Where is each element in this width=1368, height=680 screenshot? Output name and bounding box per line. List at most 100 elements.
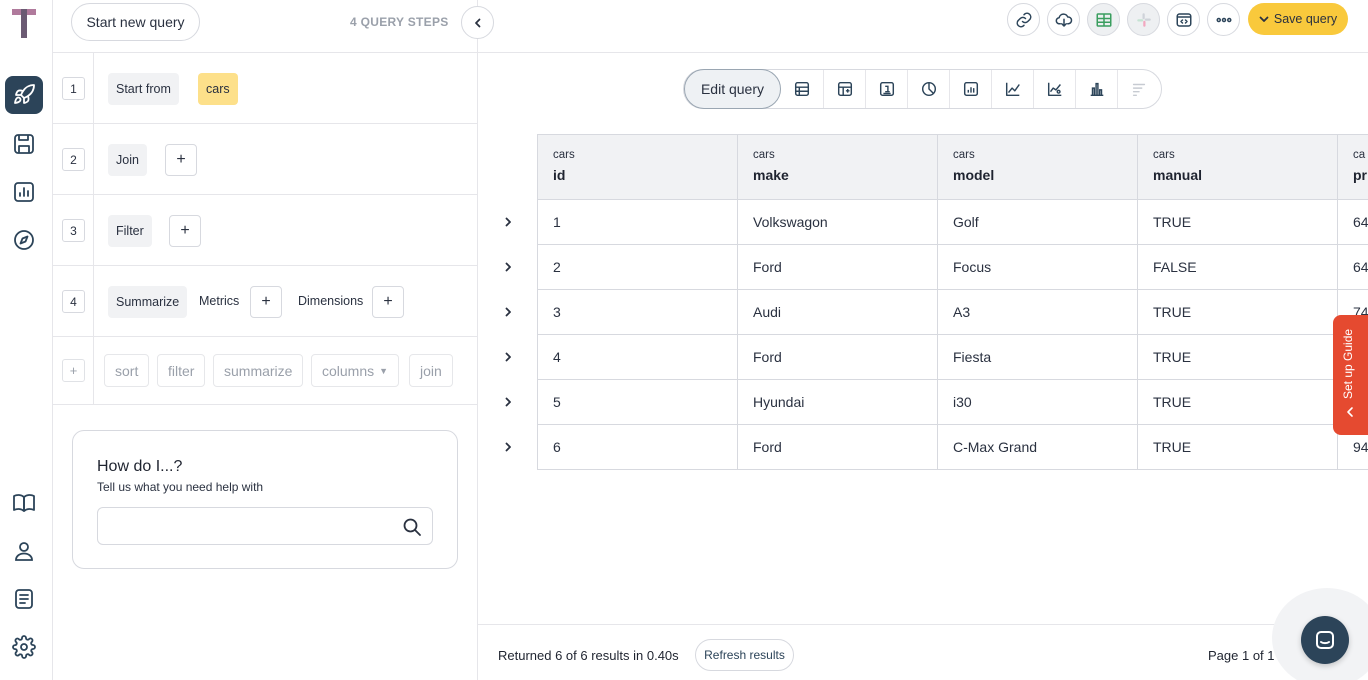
table-row[interactable]: 2 Ford Focus FALSE 64 [537, 244, 1368, 290]
viz-scatter-button[interactable] [1033, 70, 1075, 108]
rail-user-button[interactable] [5, 532, 43, 570]
dimensions-label: Dimensions [298, 294, 364, 308]
slack-share-button[interactable] [1127, 3, 1160, 36]
add-join-option[interactable]: join [409, 354, 453, 387]
rail-settings-button[interactable] [5, 628, 43, 666]
setup-guide-tab[interactable]: Set up Guide [1333, 315, 1368, 435]
table-row[interactable]: 5 Hyundai i30 TRUE [537, 379, 1368, 425]
add-columns-label: columns [322, 362, 375, 379]
rail-compass-button[interactable] [5, 221, 43, 259]
add-sort-option[interactable]: sort [104, 354, 150, 387]
add-join-button[interactable]: + [165, 144, 197, 176]
download-button[interactable] [1047, 3, 1080, 36]
rocket-icon [14, 84, 35, 104]
chevron-right-icon [505, 307, 511, 317]
page-indicator: Page 1 of 1 [1208, 648, 1275, 663]
rail-dashboard-button[interactable] [5, 173, 43, 211]
viz-list-button[interactable] [1117, 70, 1159, 108]
rail-rocket-button[interactable] [5, 76, 43, 114]
viz-bar-button[interactable] [1075, 70, 1117, 108]
number-icon [879, 81, 894, 97]
rail-book-button[interactable] [5, 484, 43, 522]
table-view-icon [1096, 12, 1111, 27]
table-row[interactable]: 6 Ford C-Max Grand TRUE 94 [537, 424, 1368, 470]
rail-save-button[interactable] [5, 125, 43, 163]
column-name: pr [1353, 167, 1367, 183]
search-icon[interactable] [402, 517, 422, 537]
table-cell: Audi [737, 289, 938, 335]
step-filter-label[interactable]: Filter [108, 215, 152, 247]
source-table-chip[interactable]: cars [198, 73, 238, 105]
metrics-label: Metrics [199, 294, 240, 308]
more-options-button[interactable] [1207, 3, 1240, 36]
table-cell: 3 [537, 289, 738, 335]
embed-button[interactable] [1167, 3, 1200, 36]
table-cell: Ford [737, 244, 938, 290]
step-number: 4 [62, 290, 85, 313]
row-expand-button[interactable] [500, 349, 516, 365]
add-columns-option[interactable]: columns ▼ [311, 354, 400, 387]
export-sheet-button[interactable] [1087, 3, 1120, 36]
table-cell: Fiesta [937, 334, 1138, 380]
viz-pie-button[interactable] [907, 70, 949, 108]
viz-table-button[interactable] [781, 70, 823, 108]
row-expand-button[interactable] [500, 304, 516, 320]
add-metric-button[interactable]: + [250, 286, 282, 318]
viz-combo-button[interactable] [949, 70, 991, 108]
row-expand-button[interactable] [500, 259, 516, 275]
table-cell: 64 [1337, 244, 1368, 290]
table-row[interactable]: 3 Audi A3 TRUE 74 [537, 289, 1368, 335]
app-logo[interactable] [10, 6, 38, 40]
column-header-price[interactable]: ca pr [1337, 134, 1368, 200]
step-start-from-label[interactable]: Start from [108, 73, 179, 105]
viz-line-button[interactable] [991, 70, 1033, 108]
table-row[interactable]: 4 Ford Fiesta TRUE [537, 334, 1368, 380]
chevron-right-icon [505, 262, 511, 272]
query-step-2: 2 Join + [53, 124, 478, 195]
column-name: make [753, 167, 789, 183]
column-header-manual[interactable]: cars manual [1137, 134, 1338, 200]
results-table-container: cars id cars make cars model cars manual ca p… [537, 134, 1368, 470]
row-expand-button[interactable] [500, 439, 516, 455]
column-table-name: cars [953, 149, 975, 161]
chevron-right-icon [505, 217, 511, 227]
add-summarize-option[interactable]: summarize [213, 354, 304, 387]
collapse-panel-button[interactable] [461, 6, 494, 39]
viz-number-button[interactable] [865, 70, 907, 108]
refresh-results-button[interactable]: Refresh results [695, 639, 794, 671]
add-filter-button[interactable]: + [169, 215, 201, 247]
dashboard-icon [14, 182, 34, 202]
table-cell: Hyundai [737, 379, 938, 425]
save-query-button[interactable]: Save query [1248, 3, 1348, 35]
help-search-input[interactable] [108, 508, 398, 544]
setup-guide-label: Set up Guide [1341, 328, 1355, 399]
pivot-icon [837, 81, 852, 97]
row-expand-button[interactable] [500, 394, 516, 410]
add-step-button[interactable]: + [62, 359, 85, 382]
add-dimension-button[interactable]: + [372, 286, 404, 318]
help-subtitle: Tell us what you need help with [97, 480, 264, 494]
column-header-model[interactable]: cars model [937, 134, 1138, 200]
table-cell: Ford [737, 334, 938, 380]
edit-query-button[interactable]: Edit query [684, 69, 781, 109]
table-icon [794, 81, 810, 97]
column-header-id[interactable]: cars id [537, 134, 738, 200]
table-cell: 2 [537, 244, 738, 290]
start-new-query-button[interactable]: Start new query [71, 3, 200, 41]
table-row[interactable]: 1 Volkswagon Golf TRUE 64 [537, 199, 1368, 245]
rail-notes-button[interactable] [5, 580, 43, 618]
row-expand-button[interactable] [500, 214, 516, 230]
chat-icon [1316, 631, 1334, 649]
chat-launcher-button[interactable] [1301, 616, 1349, 664]
user-icon [15, 542, 33, 561]
step-join-label[interactable]: Join [108, 144, 147, 176]
main-divider [478, 52, 1368, 53]
copy-link-button[interactable] [1007, 3, 1040, 36]
column-name: manual [1153, 167, 1203, 183]
table-cell: 6 [537, 424, 738, 470]
add-filter-option[interactable]: filter [157, 354, 206, 387]
chevron-right-icon [505, 352, 511, 362]
step-summarize-label[interactable]: Summarize [108, 286, 188, 318]
column-header-make[interactable]: cars make [737, 134, 938, 200]
viz-pivot-button[interactable] [823, 70, 865, 108]
